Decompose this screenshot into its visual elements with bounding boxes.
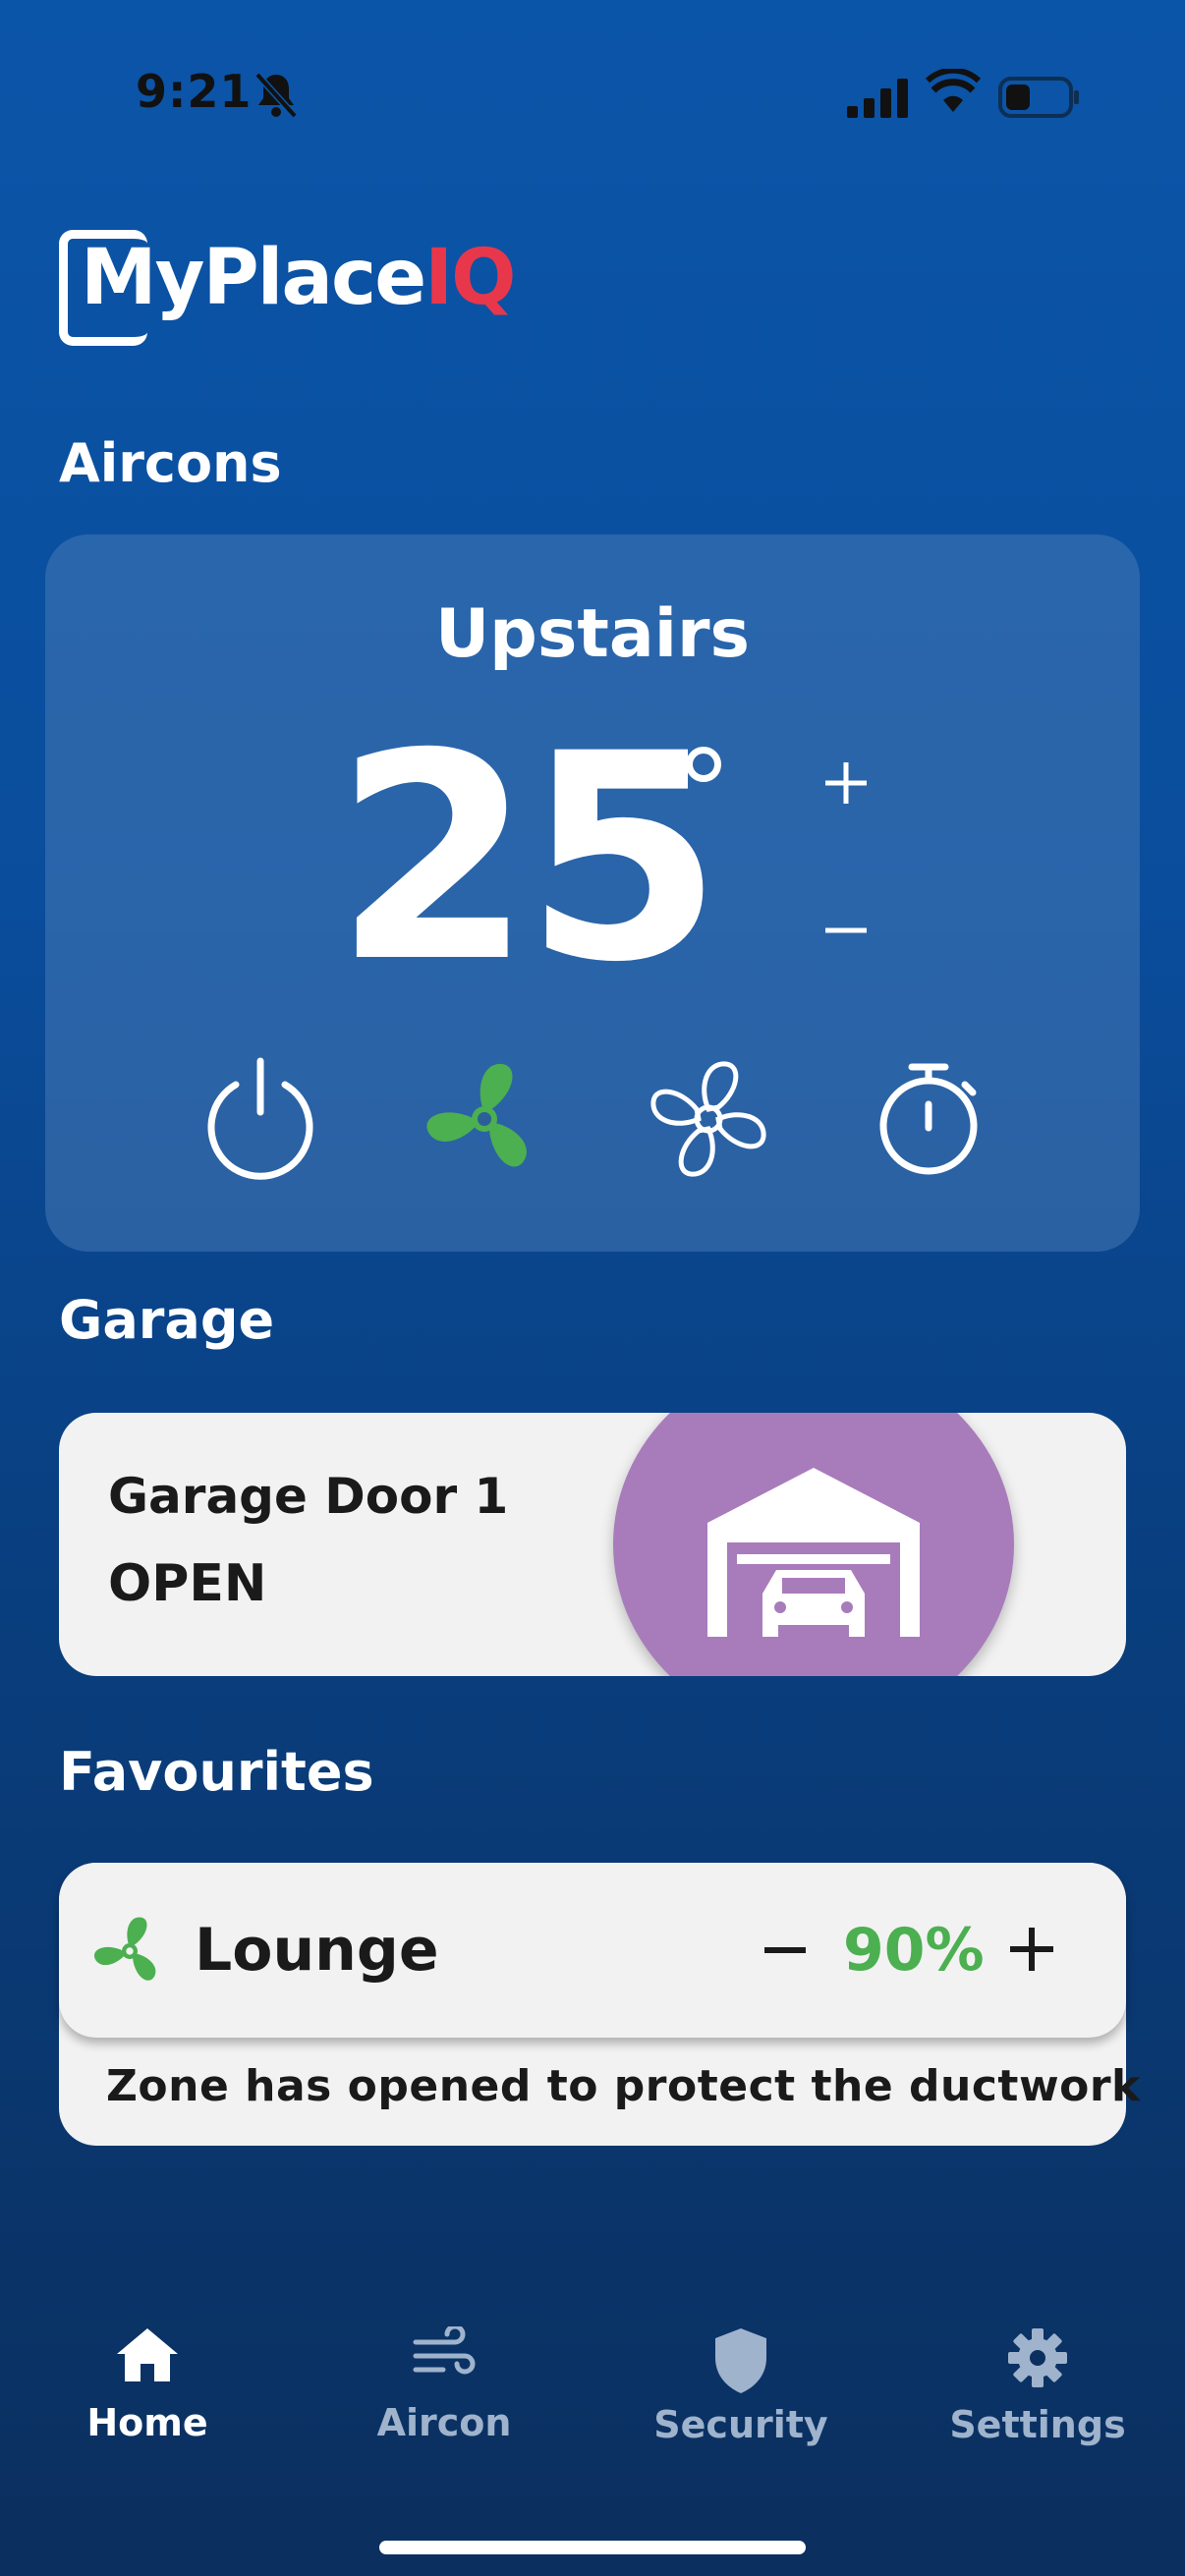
bell-muted-icon bbox=[254, 72, 298, 119]
degree-symbol bbox=[686, 747, 721, 782]
temp-decrease-button[interactable] bbox=[819, 904, 873, 957]
wind-icon bbox=[413, 2324, 476, 2375]
nav-security[interactable]: Security bbox=[593, 2326, 888, 2446]
power-icon[interactable] bbox=[197, 1055, 324, 1183]
garage-icon bbox=[707, 1468, 920, 1637]
status-time: 9:21 bbox=[136, 65, 253, 118]
section-title-aircons: Aircons bbox=[59, 432, 282, 494]
zone-warning-text: Zone has opened to protect the ductwork bbox=[106, 2061, 1141, 2111]
fan-active-icon bbox=[93, 1917, 156, 1981]
garage-door-card[interactable] bbox=[59, 1413, 1126, 1676]
nav-label-security: Security bbox=[653, 2403, 828, 2446]
gear-icon bbox=[1008, 2328, 1067, 2387]
zone-value: 90% bbox=[843, 1916, 985, 1985]
nav-settings[interactable]: Settings bbox=[890, 2326, 1185, 2446]
nav-aircon[interactable]: Aircon bbox=[297, 2324, 592, 2444]
temperature-value: 25 bbox=[334, 694, 723, 1025]
garage-door-name: Garage Door 1 bbox=[108, 1468, 509, 1525]
zone-increase-button[interactable] bbox=[1006, 1924, 1057, 1975]
battery-icon bbox=[998, 77, 1079, 118]
garage-door-toggle[interactable] bbox=[613, 1413, 1014, 1676]
wifi-icon bbox=[926, 69, 981, 112]
garage-door-status: OPEN bbox=[108, 1554, 267, 1613]
home-indicator[interactable] bbox=[379, 2541, 806, 2554]
section-title-favourites: Favourites bbox=[59, 1741, 374, 1803]
nav-home[interactable]: Home bbox=[0, 2326, 295, 2444]
section-title-garage: Garage bbox=[59, 1289, 275, 1351]
aircon-name: Upstairs bbox=[434, 595, 751, 673]
cellular-signal-icon bbox=[847, 79, 908, 118]
nav-label-aircon: Aircon bbox=[376, 2401, 512, 2444]
zone-decrease-button[interactable] bbox=[761, 1926, 810, 1975]
home-icon bbox=[117, 2328, 178, 2381]
fan-active-icon[interactable] bbox=[421, 1055, 548, 1183]
timer-icon[interactable] bbox=[865, 1055, 992, 1183]
nav-label-home: Home bbox=[86, 2401, 208, 2444]
temp-increase-button[interactable] bbox=[819, 756, 873, 810]
shield-icon bbox=[715, 2328, 766, 2393]
nav-label-settings: Settings bbox=[949, 2403, 1126, 2446]
fan-icon[interactable] bbox=[645, 1055, 772, 1183]
favourite-zone-name: Lounge bbox=[195, 1916, 439, 1985]
